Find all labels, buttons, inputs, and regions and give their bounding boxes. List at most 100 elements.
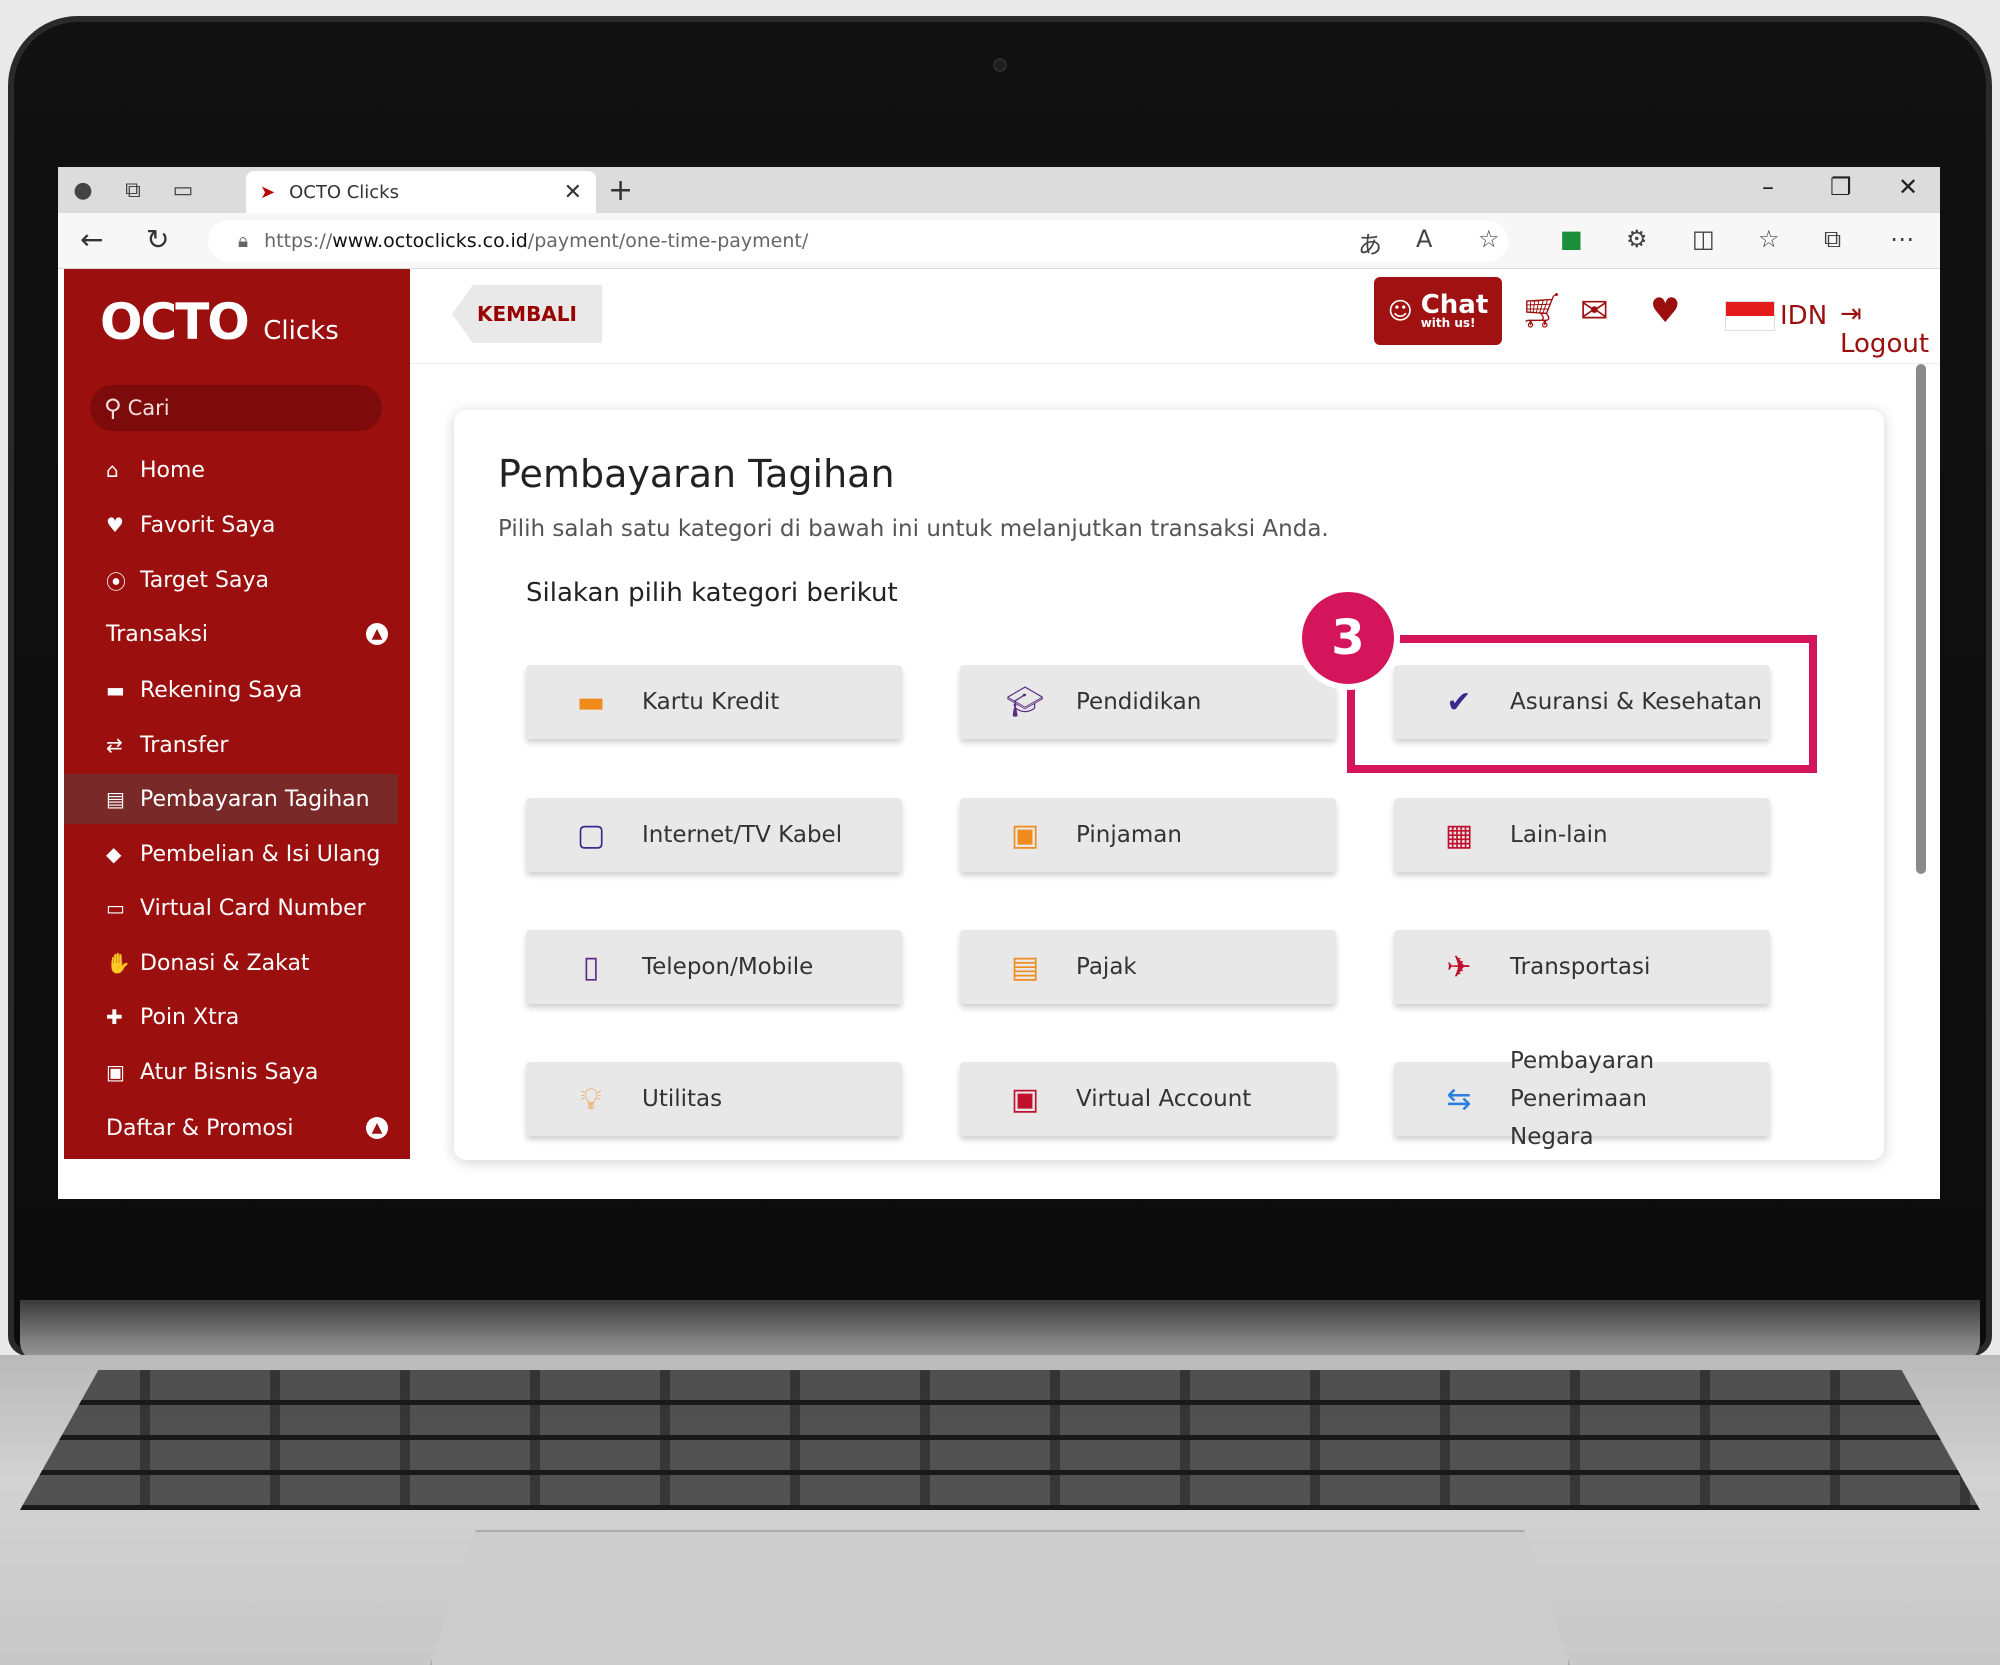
transfer-icon: ⇄ xyxy=(106,733,123,757)
browser-tab[interactable]: ➤ OCTO Clicks ✕ xyxy=(246,171,596,213)
sidebar-section-label: Daftar & Promosi xyxy=(106,1115,294,1141)
page-subtitle: Pilih salah satu kategori di bawah ini u… xyxy=(498,516,1329,542)
language-selector[interactable]: IDN xyxy=(1780,301,1827,331)
favorites-icon[interactable]: ☆ xyxy=(1758,225,1780,253)
chat-agent-icon: ☺ xyxy=(1387,297,1413,325)
category-transportasi[interactable]: ✈ Transportasi xyxy=(1394,930,1770,1004)
tab-title: OCTO Clicks xyxy=(289,181,399,203)
sidebar-item-label: Atur Bisnis Saya xyxy=(140,1059,319,1085)
chat-button[interactable]: ☺ Chat with us! xyxy=(1374,277,1502,345)
collections-icon[interactable]: ⧉ xyxy=(1824,225,1841,253)
lock-icon: 🔒︎ xyxy=(238,230,249,252)
mail-icon[interactable]: ✉ xyxy=(1580,291,1609,331)
category-utilitas[interactable]: 💡︎ Utilitas xyxy=(526,1062,902,1136)
sidebar-item-target[interactable]: ⦿ Target Saya xyxy=(64,555,410,605)
indonesia-flag-icon[interactable] xyxy=(1725,301,1775,331)
category-pajak[interactable]: ▤ Pajak xyxy=(960,930,1336,1004)
chat-label: Chat xyxy=(1420,290,1489,320)
search-input[interactable]: ⚲ Cari xyxy=(90,385,382,431)
clipboard-icon: ▤ xyxy=(1010,949,1040,985)
sidebar-section-label: Transaksi xyxy=(106,621,208,647)
laptop-hinge xyxy=(20,1300,1980,1362)
keyboard-rows xyxy=(20,1370,1980,1510)
sidebar-item-label: Pembelian & Isi Ulang xyxy=(140,841,381,867)
logout-label: Logout xyxy=(1840,329,1930,359)
logout-icon: ⇥ xyxy=(1840,299,1862,329)
split-screen-icon[interactable]: ◫ xyxy=(1692,225,1715,253)
virtual-card-icon: ▭ xyxy=(106,896,125,920)
url-field[interactable]: 🔒︎ https://www.octoclicks.co.id/payment/… xyxy=(208,220,1508,262)
profile-icon[interactable]: ● xyxy=(58,167,108,213)
extensions-icon[interactable]: ⚙ xyxy=(1626,225,1648,253)
sidebar-item-favorit[interactable]: ♥ Favorit Saya xyxy=(64,500,410,550)
top-bar: KEMBALI ☺ Chat with us! 🛒︎ ✉ ♥ IDN ⇥ Log… xyxy=(410,269,1940,364)
back-button[interactable]: KEMBALI xyxy=(452,285,602,343)
sidebar-item-donasi[interactable]: ✋ Donasi & Zakat xyxy=(64,938,410,988)
sidebar-item-label: Donasi & Zakat xyxy=(140,950,310,976)
refresh-icon[interactable]: ↻ xyxy=(146,223,169,256)
chevron-up-icon[interactable]: ▲ xyxy=(366,623,388,645)
sidebar-item-bisnis[interactable]: ▣ Atur Bisnis Saya xyxy=(64,1047,410,1097)
category-virtual-account[interactable]: ▣ Virtual Account xyxy=(960,1062,1336,1136)
category-label: Pendidikan xyxy=(1076,689,1202,715)
wallet-icon: ▣ xyxy=(1010,1081,1040,1117)
page-title: Pembayaran Tagihan xyxy=(498,452,895,496)
search-icon: ⚲ xyxy=(104,394,122,422)
bill-payment-card: Pembayaran Tagihan Pilih salah satu kate… xyxy=(454,410,1884,1160)
category-label: Utilitas xyxy=(642,1086,723,1112)
chevron-up-icon[interactable]: ▲ xyxy=(366,1117,388,1139)
sidebar-item-poin[interactable]: ✚ Poin Xtra xyxy=(64,992,410,1042)
sidebar-item-home[interactable]: ⌂ Home xyxy=(64,445,410,495)
url-path: /payment/one-time-payment/ xyxy=(527,230,809,252)
cart-icon[interactable]: 🛒︎ xyxy=(1520,291,1563,331)
back-arrow-icon[interactable]: ← xyxy=(80,223,103,256)
translate-icon[interactable]: あ xyxy=(1358,225,1382,260)
category-penerimaan-negara[interactable]: ⇆ Pembayaran Penerimaan Negara xyxy=(1394,1048,1770,1150)
sidebar-section-transaksi[interactable]: Transaksi ▲ xyxy=(64,609,410,659)
category-pendidikan[interactable]: 🎓︎ Pendidikan xyxy=(960,665,1336,739)
extension-icon[interactable]: ■ xyxy=(1560,225,1583,253)
category-lain-lain[interactable]: ▦ Lain-lain xyxy=(1394,798,1770,872)
highlight-box xyxy=(1347,635,1817,773)
category-label: Kartu Kredit xyxy=(642,689,780,715)
minimize-icon[interactable]: – xyxy=(1762,173,1774,201)
more-icon[interactable]: ⋯ xyxy=(1890,225,1914,253)
category-internet-tv[interactable]: ▢ Internet/TV Kabel xyxy=(526,798,902,872)
page-scrollbar[interactable] xyxy=(1916,364,1926,874)
close-tab-icon[interactable]: ✕ xyxy=(564,180,582,205)
workspaces-icon[interactable]: ⧉ xyxy=(108,167,158,213)
category-prompt: Silakan pilih kategori berikut xyxy=(526,578,898,608)
sidebar-item-pembelian[interactable]: ◆ Pembelian & Isi Ulang xyxy=(64,829,410,879)
home-icon: ⌂ xyxy=(106,458,119,482)
credit-card-icon: ▬ xyxy=(576,684,606,720)
sidebar-item-label: Virtual Card Number xyxy=(140,895,366,921)
bulb-drop-icon: 💡︎ xyxy=(580,1081,602,1117)
sidebar-item-label: Target Saya xyxy=(140,567,270,593)
heart-icon: ♥ xyxy=(106,513,124,537)
logout-button[interactable]: ⇥ Logout xyxy=(1840,299,1940,359)
read-aloud-icon[interactable]: A xyxy=(1416,225,1432,253)
favorite-star-icon[interactable]: ☆ xyxy=(1478,225,1500,253)
sidebar-item-label: Rekening Saya xyxy=(140,677,303,703)
category-pinjaman[interactable]: ▣ Pinjaman xyxy=(960,798,1336,872)
octo-favicon-icon: ➤ xyxy=(260,181,276,203)
sidebar-item-transfer[interactable]: ⇄ Transfer xyxy=(64,720,410,770)
octo-logo[interactable]: OCTO Clicks xyxy=(100,293,339,351)
wishlist-heart-icon[interactable]: ♥ xyxy=(1650,291,1680,331)
step-badge: 3 xyxy=(1296,586,1400,690)
sidebar-item-virtual-card[interactable]: ▭ Virtual Card Number xyxy=(64,883,410,933)
tab-actions-icon[interactable]: ▭ xyxy=(158,167,208,213)
category-label: Pinjaman xyxy=(1076,822,1182,848)
sidebar-section-daftar-promosi[interactable]: Daftar & Promosi ▲ xyxy=(64,1103,410,1153)
new-tab-icon[interactable]: + xyxy=(608,173,633,208)
close-window-icon[interactable]: ✕ xyxy=(1898,173,1918,201)
sidebar-item-rekening[interactable]: ▬ Rekening Saya xyxy=(64,665,410,715)
category-telepon-mobile[interactable]: ▯ Telepon/Mobile xyxy=(526,930,902,1004)
sidebar-item-pembayaran-tagihan[interactable]: ▤ Pembayaran Tagihan xyxy=(64,774,398,824)
exchange-icon: ⇆ xyxy=(1446,1081,1472,1117)
restore-icon[interactable]: ❐ xyxy=(1830,173,1852,201)
category-kartu-kredit[interactable]: ▬ Kartu Kredit xyxy=(526,665,902,739)
sidebar-item-label: Favorit Saya xyxy=(140,512,276,538)
logo-text: OCTO xyxy=(100,293,250,351)
account-card-icon: ▬ xyxy=(106,678,125,702)
